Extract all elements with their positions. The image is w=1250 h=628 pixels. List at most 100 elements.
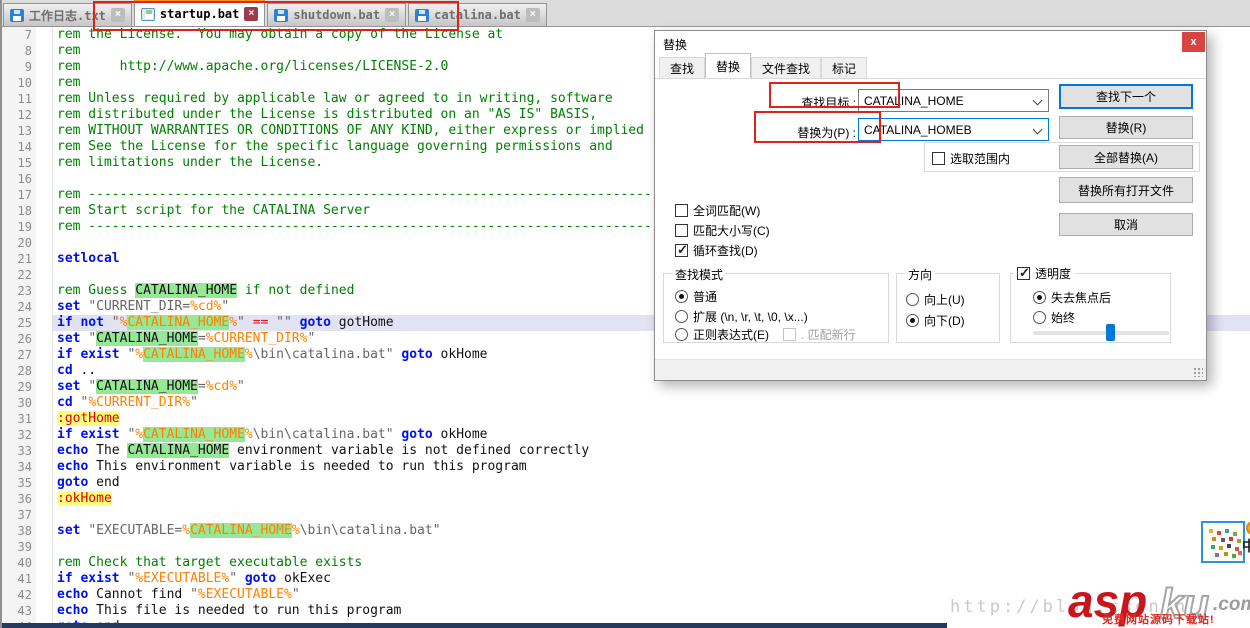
chevron-down-icon[interactable] [1032,124,1043,135]
find-what-combo[interactable]: CATALINA_HOME [858,89,1049,112]
fold-margin [36,459,53,475]
fold-margin [36,235,53,251]
transparency-checkbox[interactable]: 透明度 [1014,265,1075,282]
tab-label: catalina.bat [434,8,521,22]
code-line[interactable]: 37 [2,507,1250,523]
replace-all-open-button[interactable]: 替换所有打开文件 [1059,177,1193,203]
code-line[interactable]: 32 if exist "%CATALINA_HOME%\bin\catalina… [2,427,1250,443]
code-line[interactable]: 38 set "EXECUTABLE=%CATALINA_HOME%\bin\ca… [2,523,1250,539]
checkbox-unchecked-icon[interactable] [675,204,688,217]
checkbox-unchecked-icon[interactable] [932,152,945,165]
find-next-button[interactable]: 查找下一个 [1059,84,1193,109]
floppy-save-icon [415,8,430,22]
replace-with-combo[interactable]: CATALINA_HOMEB [858,118,1049,141]
slider-handle[interactable] [1106,324,1115,341]
tab-replace[interactable]: 替换 [705,53,752,78]
tab-find[interactable]: 查找 [659,57,706,78]
fold-margin [36,555,53,571]
chevron-down-icon[interactable] [1032,95,1043,106]
line-number: 43 [2,603,36,619]
code-line[interactable]: 29 set "CATALINA_HOME=%cd%" [2,379,1250,395]
match-case-label: 匹配大小写(C) [693,224,770,238]
match-case-checkbox[interactable]: 匹配大小写(C) [675,222,770,239]
line-number: 26 [2,331,36,347]
tab-find-in-files[interactable]: 文件查找 [751,57,822,78]
code-text: goto end [57,475,120,490]
fold-margin [36,299,53,315]
transparency-on-focus-radio[interactable]: 失去焦点后 [1033,289,1111,306]
tab-label: 工作日志.txt [29,8,106,23]
whole-word-checkbox[interactable]: 全词匹配(W) [675,202,760,219]
wrap-around-checkbox[interactable]: 循环查找(D) [675,242,758,259]
code-text: :gotHome [57,411,120,426]
code-text: :okHome [57,491,112,506]
replace-button[interactable]: 替换(R) [1059,116,1193,139]
checkbox-unchecked-icon[interactable] [675,224,688,237]
line-number: 23 [2,283,36,299]
direction-group: 方向 [896,266,1000,343]
replace-dialog: 替换 x 查找 替换 文件查找 标记 查找目标 : CATALINA_HOME … [654,30,1207,381]
radio-selected-icon[interactable] [906,314,919,327]
direction-up-radio[interactable]: 向上(U) [906,291,965,308]
line-number: 38 [2,523,36,539]
radio-selected-icon[interactable] [1033,291,1046,304]
find-what-label: 查找目标 : [801,96,856,110]
direction-down-radio[interactable]: 向下(D) [906,312,965,329]
file-tab-catalina.bat[interactable]: catalina.bat × [408,3,547,26]
fold-margin [36,395,53,411]
popup-thumbnail[interactable] [1201,521,1245,563]
line-number: 7 [2,27,36,43]
transparency-always-radio[interactable]: 始终 [1033,309,1075,326]
line-number: 32 [2,427,36,443]
tab-close-icon[interactable]: × [385,8,400,22]
file-tab-shutdown.bat[interactable]: shutdown.bat × [267,3,407,26]
code-line[interactable]: 35 goto end [2,475,1250,491]
regex-newline-checkbox: . 匹配新行 [783,326,856,343]
transparency-on-focus-label: 失去焦点后 [1051,291,1112,305]
tab-label: shutdown.bat [293,8,381,22]
file-tab-工作日志.txt[interactable]: 工作日志.txt × [3,3,132,26]
cancel-button[interactable]: 取消 [1059,213,1193,236]
line-number: 22 [2,267,36,283]
checkbox-checked-icon[interactable] [675,242,688,258]
code-line[interactable]: 33 echo The CATALINA_HOME environment var… [2,443,1250,459]
checkbox-checked-icon[interactable] [1017,265,1030,281]
code-line[interactable]: 34 echo This environment variable is need… [2,459,1250,475]
tab-close-icon[interactable]: × [110,8,125,22]
confetti-image [1209,529,1213,533]
close-icon[interactable]: x [1182,32,1205,52]
mode-regex-radio[interactable]: 正则表达式(E) [675,326,769,343]
in-selection-checkbox[interactable]: 选取范围内 [932,150,1010,167]
tab-mark[interactable]: 标记 [821,57,868,78]
replace-all-button[interactable]: 全部替换(A) [1059,145,1193,169]
radio-unselected-icon[interactable] [906,293,919,306]
code-line[interactable]: 36 :okHome [2,491,1250,507]
radio-unselected-icon[interactable] [675,310,688,323]
tab-close-icon[interactable]: × [244,7,259,21]
code-line[interactable]: 39 [2,539,1250,555]
dialog-title-bar[interactable]: 替换 x [655,31,1206,54]
line-number: 42 [2,587,36,603]
mode-extended-radio[interactable]: 扩展 (\n, \r, \t, \0, \x...) [675,308,808,325]
fold-margin [36,475,53,491]
tab-close-icon[interactable]: × [525,8,540,22]
dialog-footer [655,359,1206,380]
code-line[interactable]: 40 rem Check that target executable exist… [2,555,1250,571]
file-tab-bar: 工作日志.txt × startup.bat × shutdown.bat × catali… [2,0,1250,27]
code-line[interactable]: 31 :gotHome [2,411,1250,427]
line-number: 31 [2,411,36,427]
fold-margin [36,123,53,139]
radio-unselected-icon[interactable] [675,328,688,341]
resize-grip[interactable] [1194,368,1203,377]
fold-margin [36,603,53,619]
transparency-slider[interactable] [1033,324,1169,341]
mode-normal-radio[interactable]: 普通 [675,288,717,305]
radio-selected-icon[interactable] [675,290,688,303]
code-line[interactable]: 41 if exist "%EXECUTABLE%" goto okExec [2,571,1250,587]
line-number: 36 [2,491,36,507]
radio-unselected-icon[interactable] [1033,311,1046,324]
transparency-always-label: 始终 [1051,311,1076,325]
code-line[interactable]: 30 cd "%CURRENT_DIR%" [2,395,1250,411]
fold-margin [36,491,53,507]
file-tab-startup.bat[interactable]: startup.bat × [133,0,266,26]
